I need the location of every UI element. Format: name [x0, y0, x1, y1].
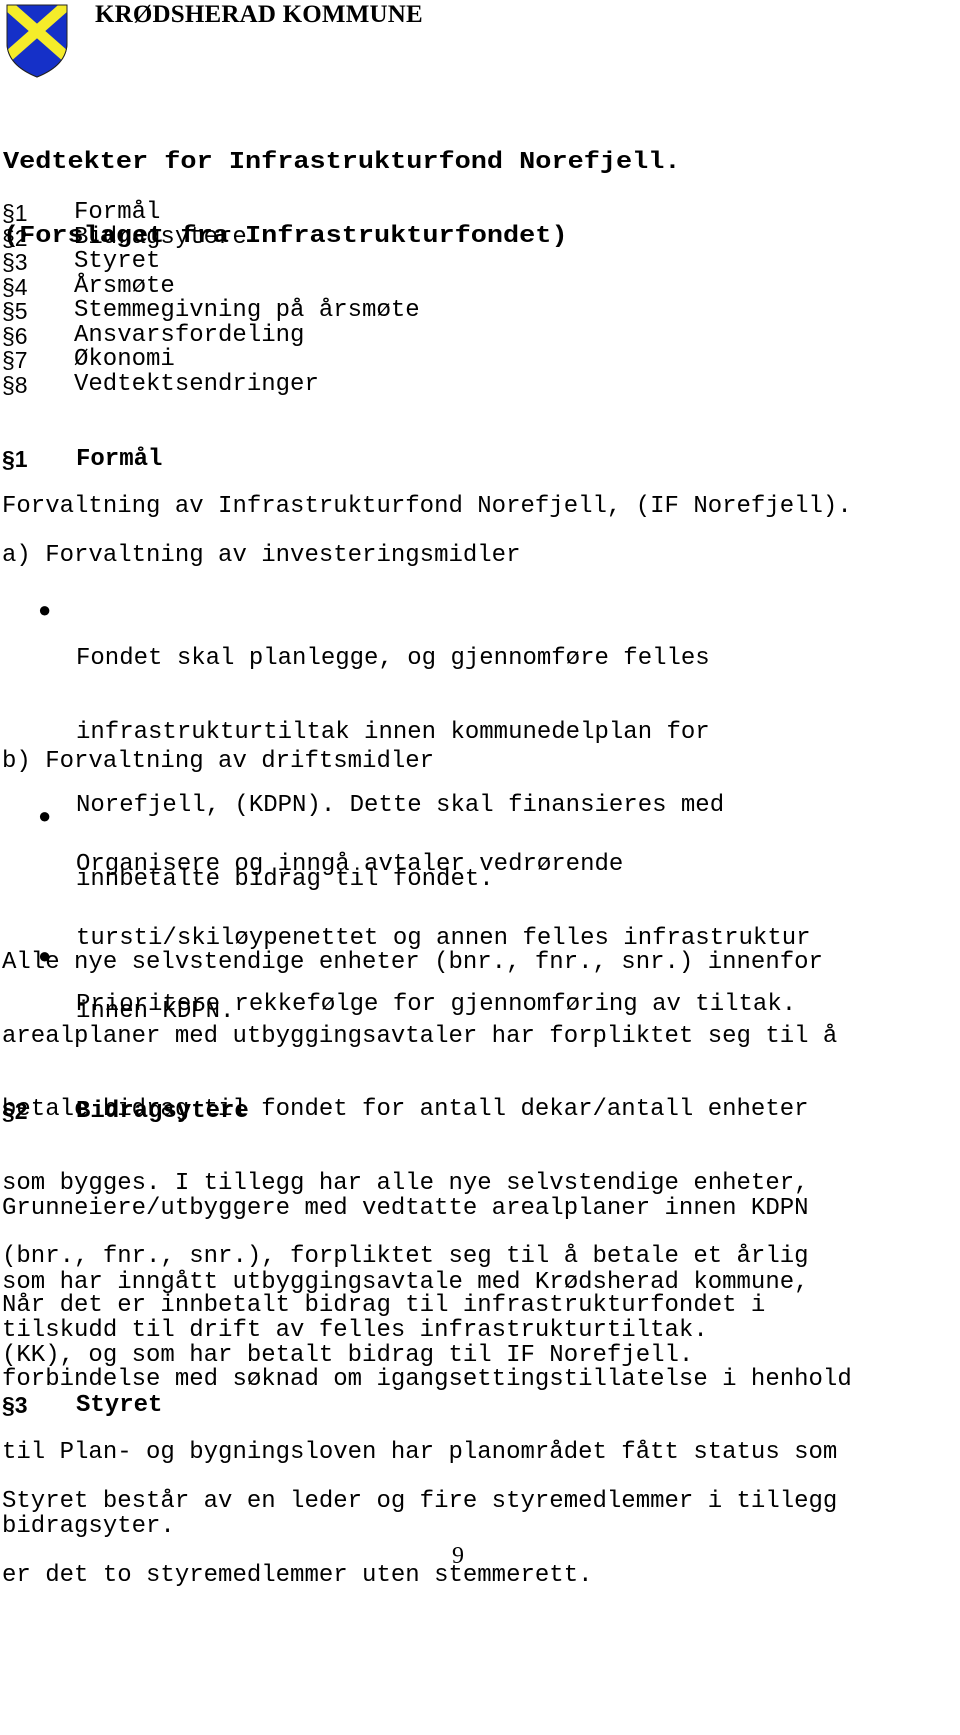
text-line: Fondet skal planlegge, og gjennomføre fe… [76, 645, 710, 672]
toc-label: Bidragsytere [74, 223, 247, 251]
toc-number: §5 [2, 298, 28, 324]
text-line: Grunneiere/utbyggere med vedtatte arealp… [2, 1195, 809, 1222]
page-number: 9 [452, 1543, 464, 1569]
toc-label: Styret [74, 248, 161, 275]
section-heading-1: §1 Formål [2, 446, 162, 473]
toc-number: §1 [2, 200, 28, 226]
text-line: er det to styremedlemmer uten stemmerett… [2, 1561, 593, 1589]
toc-label: Økonomi [74, 346, 175, 373]
organization-name: KRØDSHERAD KOMMUNE [95, 1, 423, 28]
coat-of-arms-icon [6, 4, 68, 78]
toc-number: §4 [2, 273, 28, 300]
toc-label: Ansvarsfordeling [74, 321, 305, 349]
text-line: Styret består av en leder og fire styrem… [2, 1488, 838, 1515]
toc-item: §6 Ansvarsfordeling [2, 321, 420, 349]
section-3-paragraph-1: Styret består av en leder og fire styrem… [2, 1441, 837, 1613]
toc-label: Vedtektsendringer [74, 370, 319, 398]
section-title: Bidragsytere [76, 1098, 249, 1125]
toc-item: §1 Formål [2, 199, 420, 226]
toc-item: §4 Årsmøte [2, 272, 420, 300]
text-line: Organisere og inngå avtaler vedrørende [76, 851, 624, 878]
section-heading-2: §2 Bidragsytere [2, 1098, 249, 1125]
section-heading-3: §3 Styret [2, 1392, 162, 1419]
subsection-b-label: b) Forvaltning av driftsmidler [2, 748, 435, 775]
toc-label: Formål [74, 199, 161, 226]
toc-item: §8 Vedtektsendringer [2, 370, 420, 398]
toc-number: §8 [2, 371, 28, 398]
document-title-line-1: Vedtekter for Infrastrukturfond Norefjel… [3, 149, 681, 176]
toc-number: §7 [2, 347, 28, 373]
toc-label: Årsmøte [74, 272, 175, 300]
toc-number: §3 [2, 249, 28, 275]
toc-item: §7 Økonomi [2, 346, 420, 373]
section-title: Formål [76, 446, 163, 473]
toc-number: §2 [2, 224, 28, 251]
text-line: forbindelse med søknad om igangsettingst… [2, 1365, 852, 1393]
toc-item: §5 Stemmegivning på årsmøte [2, 297, 420, 324]
text-line: arealplaner med utbyggingsavtaler har fo… [2, 1022, 838, 1050]
subsection-a-label: a) Forvaltning av investeringsmidler [2, 542, 521, 569]
text-line: infrastrukturtiltak innen kommunedelplan… [76, 718, 710, 746]
text-line: Alle nye selvstendige enheter (bnr., fnr… [2, 949, 823, 976]
section-number: §1 [2, 446, 28, 472]
table-of-contents: §1 Formål §2 Bidragsytere §3 Styret §4 Årsmø… [2, 199, 420, 398]
section-number: §2 [2, 1098, 28, 1124]
toc-number: §6 [2, 322, 28, 349]
toc-label: Stemmegivning på årsmøte [74, 297, 420, 324]
section-number: §3 [2, 1392, 28, 1418]
section-title: Styret [76, 1392, 163, 1419]
text-line: Når det er innbetalt bidrag til infrastr… [2, 1292, 766, 1319]
toc-item: §3 Styret [2, 248, 420, 275]
section-1-intro: Forvaltning av Infrastrukturfond Norefje… [2, 493, 852, 520]
toc-item: §2 Bidragsytere [2, 223, 420, 251]
